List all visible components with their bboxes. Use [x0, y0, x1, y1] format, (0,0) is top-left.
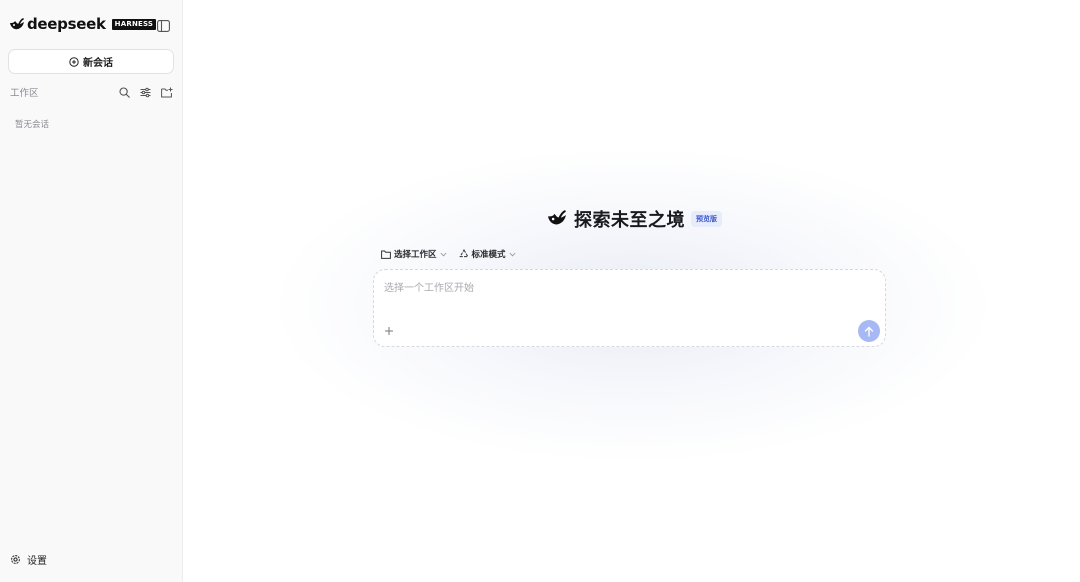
- whale-logo-icon: [9, 17, 25, 31]
- settings-label: 设置: [27, 556, 47, 567]
- new-chat-button[interactable]: 新会话: [8, 49, 174, 74]
- sidebar-toggle-icon[interactable]: [157, 17, 171, 32]
- message-input[interactable]: [384, 280, 864, 296]
- composer-selectors: 选择工作区 标准模式: [381, 248, 516, 260]
- recycle-icon: [458, 249, 469, 259]
- send-button[interactable]: [858, 320, 880, 342]
- workspace-header: 工作区: [10, 85, 173, 99]
- brand: deepseek HARNESS: [9, 14, 175, 34]
- preview-badge: 预览版: [691, 211, 722, 227]
- new-chat-label: 新会话: [83, 58, 113, 69]
- settings-button[interactable]: 设置: [10, 552, 47, 567]
- folder-icon: [381, 250, 391, 259]
- sidebar: deepseek HARNESS 新会话 工作区 暂无会话 设置: [0, 0, 183, 582]
- main-panel: 探索未至之境 预览版 选择工作区 标准模式 选择一个工作区开始: [183, 0, 1080, 582]
- workspace-selector-label: 选择工作区: [394, 250, 437, 260]
- mode-selector-label: 标准模式: [471, 250, 506, 260]
- new-folder-icon[interactable]: [160, 86, 173, 99]
- filter-sliders-icon[interactable]: [139, 86, 152, 99]
- whale-logo-icon: [545, 210, 569, 228]
- workspace-tools: [118, 86, 173, 99]
- app-window: deepseek HARNESS 新会话 工作区 暂无会话 设置 探索未至之境 …: [0, 0, 1080, 582]
- chevron-down-icon: [439, 252, 447, 257]
- workspace-selector[interactable]: 选择工作区: [381, 248, 447, 260]
- empty-conversations-text: 暂无会话: [15, 120, 50, 130]
- chevron-down-icon: [509, 252, 516, 257]
- workspace-label: 工作区: [10, 88, 39, 99]
- brand-badge: HARNESS: [111, 18, 157, 30]
- hero-title: 探索未至之境: [574, 210, 685, 231]
- message-composer: [373, 269, 886, 347]
- arrow-up-icon: [864, 326, 874, 337]
- brand-name: deepseek: [27, 15, 106, 33]
- hero-heading: 探索未至之境 预览版: [545, 208, 722, 231]
- plus-icon[interactable]: [383, 325, 395, 337]
- search-icon[interactable]: [118, 86, 131, 99]
- plus-circle-icon: [69, 56, 79, 67]
- mode-selector[interactable]: 标准模式: [458, 248, 516, 260]
- gear-icon: [11, 555, 20, 564]
